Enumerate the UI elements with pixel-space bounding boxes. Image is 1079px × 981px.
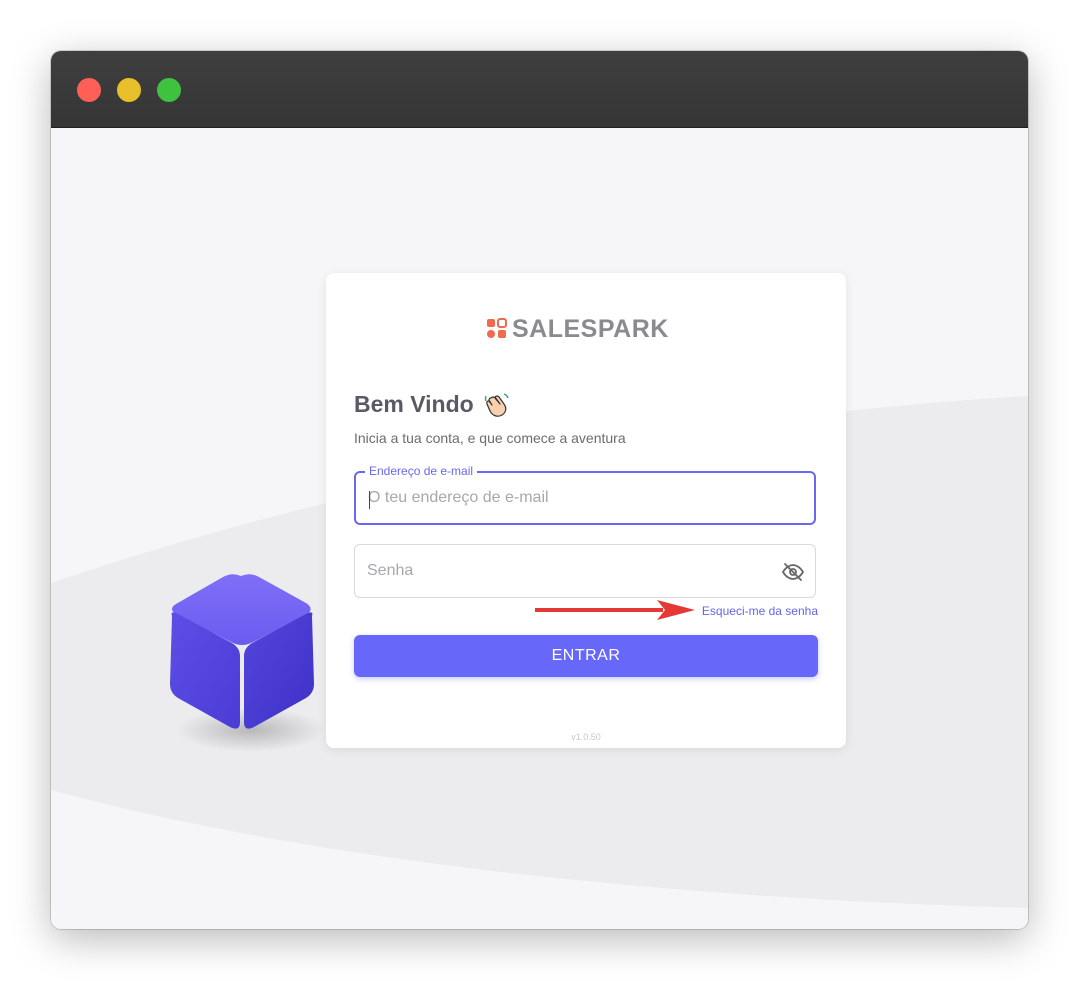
login-card: SALESPARK Bem Vindo Inicia a tua conta, … <box>326 273 846 748</box>
app-version: v1.0.50 <box>571 732 601 742</box>
welcome-heading: Bem Vindo <box>354 391 510 418</box>
email-input[interactable] <box>368 473 768 523</box>
title-bar <box>51 51 1028 128</box>
email-field[interactable]: Endereço de e-mail <box>354 464 816 525</box>
page-content: SALESPARK Bem Vindo Inicia a tua conta, … <box>51 128 1028 929</box>
minimize-window-button[interactable] <box>117 78 141 102</box>
text-cursor <box>369 491 370 509</box>
cube-illustration <box>170 574 326 752</box>
waving-hand-icon <box>484 392 509 417</box>
close-window-button[interactable] <box>77 78 101 102</box>
red-arrow-icon <box>535 600 695 620</box>
brand-name: SALESPARK <box>512 315 669 343</box>
welcome-subtitle: Inicia a tua conta, e que comece a avent… <box>354 430 626 446</box>
login-button[interactable]: ENTRAR <box>354 635 818 677</box>
brand-logo: SALESPARK <box>486 315 669 343</box>
password-field[interactable] <box>354 544 816 598</box>
app-window: SALESPARK Bem Vindo Inicia a tua conta, … <box>51 51 1028 929</box>
password-input[interactable] <box>367 545 767 597</box>
welcome-title: Bem Vindo <box>354 391 474 417</box>
maximize-window-button[interactable] <box>157 78 181 102</box>
eye-off-icon[interactable] <box>781 560 805 584</box>
forgot-password-link[interactable]: Esqueci-me da senha <box>702 604 818 618</box>
salespark-logo-icon <box>487 318 507 338</box>
